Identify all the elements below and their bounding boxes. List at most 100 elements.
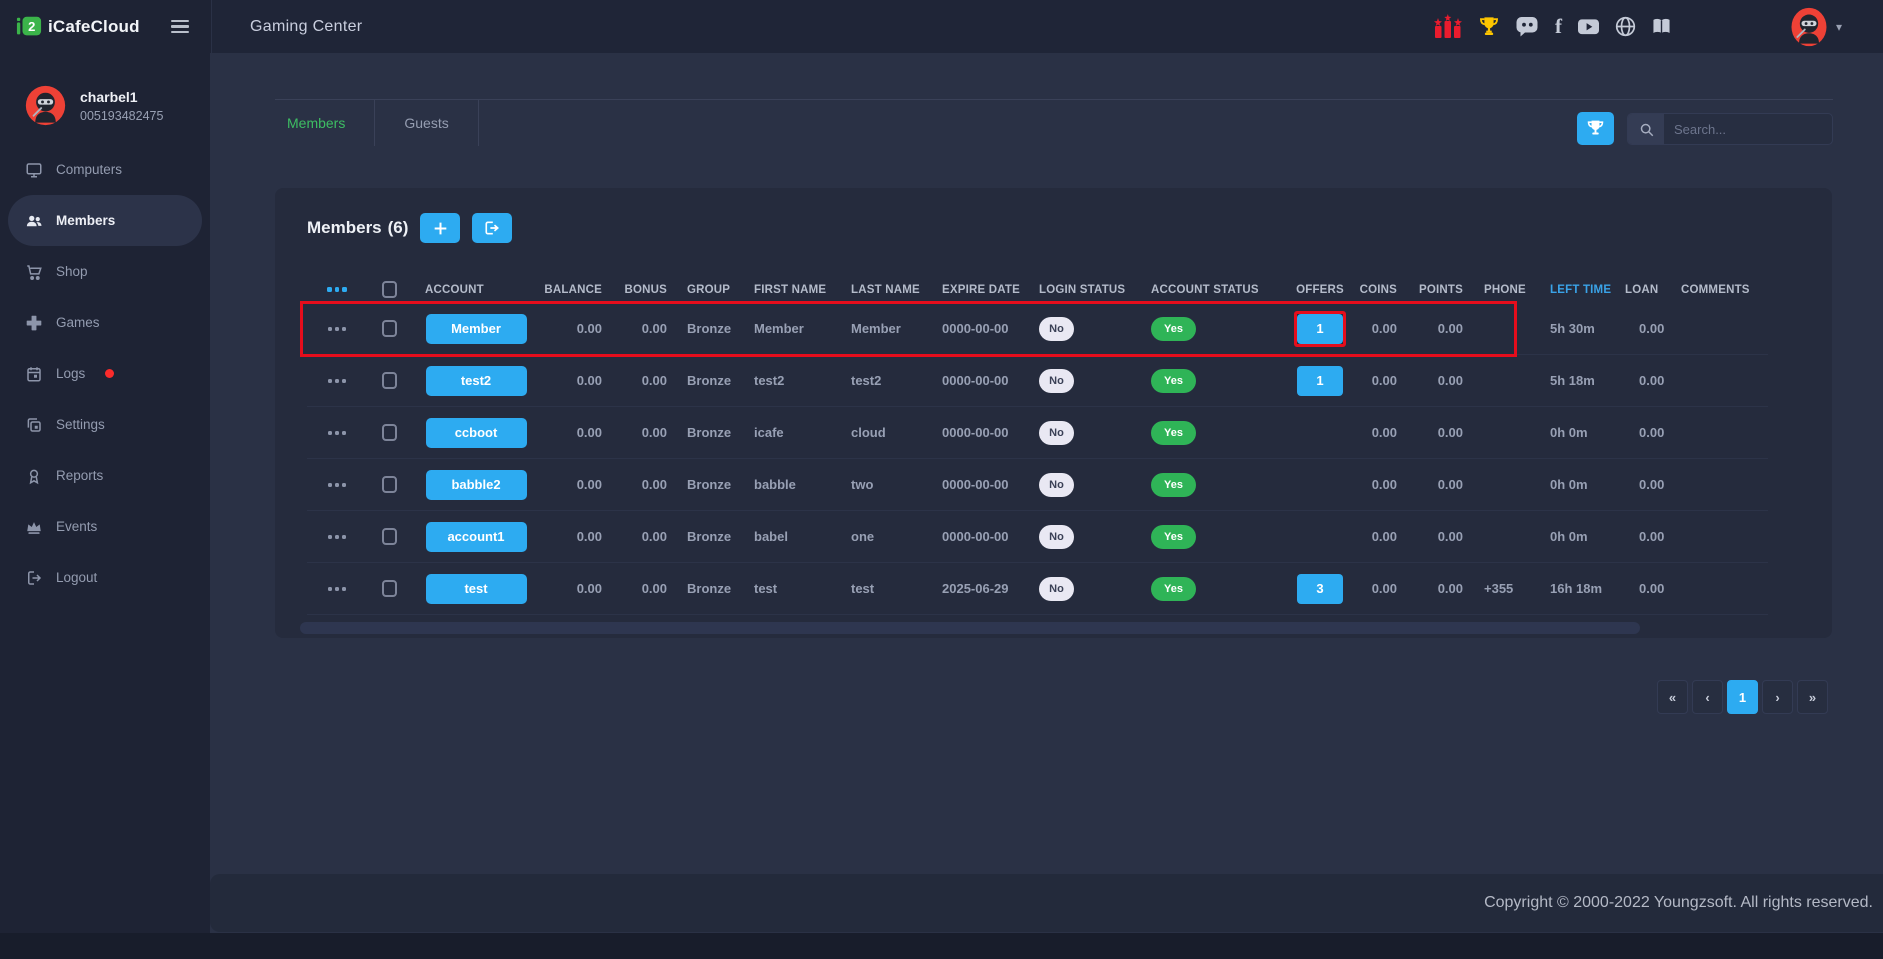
row-actions-button[interactable] xyxy=(307,563,367,614)
sidebar-item-events[interactable]: Events xyxy=(0,501,210,552)
account-status-badge: Yes xyxy=(1151,577,1196,601)
sidebar-item-logout[interactable]: Logout xyxy=(0,552,210,603)
export-members-button[interactable] xyxy=(472,213,512,243)
account-status-badge: Yes xyxy=(1151,369,1196,393)
book-icon[interactable] xyxy=(1651,16,1672,37)
offers-badge[interactable]: 1 xyxy=(1297,314,1343,344)
sidebar-item-logs[interactable]: Logs xyxy=(0,348,210,399)
row-checkbox[interactable] xyxy=(382,320,397,337)
globe-icon[interactable] xyxy=(1615,16,1636,37)
header-balance[interactable]: BALANCE xyxy=(541,276,605,303)
header-bonus[interactable]: BONUS xyxy=(605,276,669,303)
cell-comments xyxy=(1681,511,1768,562)
header-expire-date[interactable]: EXPIRE DATE xyxy=(941,276,1038,303)
cell-offers-empty xyxy=(1289,511,1351,562)
login-status-badge: No xyxy=(1039,421,1074,445)
user-menu[interactable]: ▾ xyxy=(1789,0,1842,53)
account-button[interactable]: Member xyxy=(426,314,527,344)
cell-coins: 0.00 xyxy=(1351,407,1411,458)
offers-filter-button[interactable] xyxy=(1577,112,1614,145)
row-actions-button[interactable] xyxy=(307,303,367,354)
cell-first-name: test xyxy=(753,563,850,614)
account-button[interactable]: ccboot xyxy=(426,418,527,448)
tab-members[interactable]: Members xyxy=(258,100,375,146)
cell-group: Bronze xyxy=(669,355,753,406)
sidebar-item-members[interactable]: Members xyxy=(8,195,202,246)
pagination-prev-button[interactable]: ‹ xyxy=(1692,680,1723,714)
row-checkbox[interactable] xyxy=(382,424,397,441)
discord-icon[interactable] xyxy=(1515,16,1540,38)
table-row: ccboot 0.00 0.00 Bronze icafe cloud 0000… xyxy=(307,407,1768,459)
pagination-page-1[interactable]: 1 xyxy=(1727,680,1758,714)
cart-icon xyxy=(25,263,43,281)
cell-balance: 0.00 xyxy=(541,355,605,406)
header-left-time[interactable]: LEFT TIME xyxy=(1549,276,1625,303)
offers-badge[interactable]: 3 xyxy=(1297,574,1343,604)
trophy-white-icon xyxy=(1586,119,1605,138)
sidebar-item-computers[interactable]: Computers xyxy=(0,144,210,195)
horizontal-scrollbar[interactable] xyxy=(300,622,1640,634)
cell-comments xyxy=(1681,303,1768,354)
monitor-icon xyxy=(25,161,43,179)
row-actions-button[interactable] xyxy=(307,459,367,510)
search-icon[interactable] xyxy=(1628,114,1664,144)
header-account[interactable]: ACCOUNT xyxy=(411,276,541,303)
login-status-badge: No xyxy=(1039,473,1074,497)
pagination-next-button[interactable]: › xyxy=(1762,680,1793,714)
account-button[interactable]: test2 xyxy=(426,366,527,396)
sidebar-user-block[interactable]: charbel1 005193482475 xyxy=(25,85,163,126)
header-coins[interactable]: COINS xyxy=(1351,276,1411,303)
header-actions[interactable] xyxy=(307,276,367,303)
account-button[interactable]: babble2 xyxy=(426,470,527,500)
row-actions-button[interactable] xyxy=(307,407,367,458)
header-login-status[interactable]: LOGIN STATUS xyxy=(1038,276,1150,303)
header-comments[interactable]: COMMENTS xyxy=(1681,276,1768,303)
facebook-icon[interactable]: f xyxy=(1555,16,1562,37)
header-offers[interactable]: OFFERS xyxy=(1289,276,1351,303)
row-actions-button[interactable] xyxy=(307,355,367,406)
cell-group: Bronze xyxy=(669,303,753,354)
header-phone[interactable]: PHONE xyxy=(1479,276,1549,303)
account-button[interactable]: account1 xyxy=(426,522,527,552)
header-points[interactable]: POINTS xyxy=(1411,276,1479,303)
sidebar-item-reports[interactable]: Reports xyxy=(0,450,210,501)
ranking-podium-icon[interactable] xyxy=(1433,14,1463,40)
account-button[interactable]: test xyxy=(426,574,527,604)
row-checkbox[interactable] xyxy=(382,372,397,389)
tab-guests[interactable]: Guests xyxy=(375,100,478,146)
select-all-checkbox[interactable] xyxy=(382,281,397,298)
copyright-text: Copyright © 2000-2022 Youngzsoft. All ri… xyxy=(1484,894,1873,912)
trophy-icon[interactable] xyxy=(1478,15,1500,38)
sidebar-item-games[interactable]: Games xyxy=(0,297,210,348)
header-last-name[interactable]: LAST NAME xyxy=(850,276,941,303)
row-checkbox[interactable] xyxy=(382,476,397,493)
cell-balance: 0.00 xyxy=(541,511,605,562)
cell-expire-date: 0000-00-00 xyxy=(941,355,1038,406)
search-input[interactable] xyxy=(1664,114,1833,144)
hamburger-menu-button[interactable] xyxy=(171,20,189,33)
header-loan[interactable]: LOAN xyxy=(1625,276,1681,303)
row-checkbox[interactable] xyxy=(382,528,397,545)
row-checkbox[interactable] xyxy=(382,580,397,597)
offers-badge[interactable]: 1 xyxy=(1297,366,1343,396)
account-status-badge: Yes xyxy=(1151,421,1196,445)
cell-comments xyxy=(1681,407,1768,458)
account-status-badge: Yes xyxy=(1151,473,1196,497)
login-status-badge: No xyxy=(1039,577,1074,601)
youtube-icon[interactable] xyxy=(1577,16,1600,37)
cell-bonus: 0.00 xyxy=(605,511,669,562)
cell-balance: 0.00 xyxy=(541,303,605,354)
header-first-name[interactable]: FIRST NAME xyxy=(753,276,850,303)
members-table: ACCOUNT BALANCE BONUS GROUP FIRST NAME L… xyxy=(307,276,1768,615)
header-group[interactable]: GROUP xyxy=(669,276,753,303)
sidebar-item-label: Games xyxy=(56,315,100,330)
sidebar-item-shop[interactable]: Shop xyxy=(0,246,210,297)
header-account-status[interactable]: ACCOUNT STATUS xyxy=(1150,276,1289,303)
cell-offers-empty xyxy=(1289,459,1351,510)
row-actions-button[interactable] xyxy=(307,511,367,562)
add-member-button[interactable] xyxy=(420,213,460,243)
pagination-first-button[interactable]: « xyxy=(1657,680,1688,714)
cell-points: 0.00 xyxy=(1411,459,1479,510)
sidebar-item-settings[interactable]: Settings xyxy=(0,399,210,450)
pagination-last-button[interactable]: » xyxy=(1797,680,1828,714)
